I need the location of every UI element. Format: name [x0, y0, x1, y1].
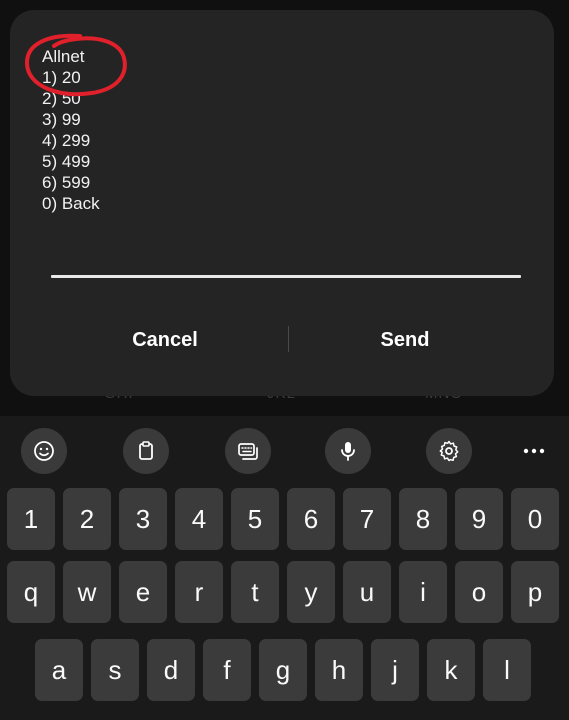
- ussd-line-title: Allnet: [42, 47, 85, 66]
- clipboard-icon[interactable]: [123, 428, 169, 474]
- key-t[interactable]: t: [231, 561, 279, 623]
- key-i[interactable]: i: [399, 561, 447, 623]
- key-s[interactable]: s: [91, 639, 139, 701]
- settings-icon[interactable]: [426, 428, 472, 474]
- key-g[interactable]: g: [259, 639, 307, 701]
- key-j[interactable]: j: [371, 639, 419, 701]
- ussd-dialog: Allnet 1) 20 2) 50 3) 99 4) 299 5) 499 6…: [10, 10, 554, 396]
- ussd-option-6: 6) 599: [42, 173, 91, 192]
- microphone-icon[interactable]: [325, 428, 371, 474]
- cancel-button[interactable]: Cancel: [65, 320, 265, 360]
- key-h[interactable]: h: [315, 639, 363, 701]
- key-o[interactable]: o: [455, 561, 503, 623]
- key-3[interactable]: 3: [119, 488, 167, 550]
- key-2[interactable]: 2: [63, 488, 111, 550]
- key-w[interactable]: w: [63, 561, 111, 623]
- ussd-reply-input[interactable]: [51, 275, 521, 278]
- key-y[interactable]: y: [287, 561, 335, 623]
- ussd-option-4: 4) 299: [42, 131, 91, 150]
- ussd-option-2: 2) 50: [42, 89, 81, 108]
- key-4[interactable]: 4: [175, 488, 223, 550]
- ussd-option-1: 1) 20: [42, 68, 81, 87]
- key-8[interactable]: 8: [399, 488, 447, 550]
- send-button[interactable]: Send: [305, 320, 505, 360]
- keyboard-mode-icon[interactable]: [225, 428, 271, 474]
- ussd-option-3: 3) 99: [42, 110, 81, 129]
- key-u[interactable]: u: [343, 561, 391, 623]
- key-l[interactable]: l: [483, 639, 531, 701]
- key-1[interactable]: 1: [7, 488, 55, 550]
- key-9[interactable]: 9: [455, 488, 503, 550]
- key-p[interactable]: p: [511, 561, 559, 623]
- emoji-icon[interactable]: [21, 428, 67, 474]
- keyboard-toolbar: [0, 416, 569, 482]
- key-q[interactable]: q: [7, 561, 55, 623]
- button-divider: [288, 326, 289, 352]
- key-k[interactable]: k: [427, 639, 475, 701]
- key-d[interactable]: d: [147, 639, 195, 701]
- ussd-message: Allnet 1) 20 2) 50 3) 99 4) 299 5) 499 6…: [42, 46, 100, 214]
- key-r[interactable]: r: [175, 561, 223, 623]
- soft-keyboard: 1 2 3 4 5 6 7 8 9 0 q w e r t y u i o p …: [0, 416, 569, 720]
- key-f[interactable]: f: [203, 639, 251, 701]
- key-5[interactable]: 5: [231, 488, 279, 550]
- key-a[interactable]: a: [35, 639, 83, 701]
- key-0[interactable]: 0: [511, 488, 559, 550]
- key-e[interactable]: e: [119, 561, 167, 623]
- more-options-icon[interactable]: [516, 438, 552, 464]
- ussd-option-5: 5) 499: [42, 152, 91, 171]
- key-7[interactable]: 7: [343, 488, 391, 550]
- ussd-option-back: 0) Back: [42, 194, 100, 213]
- key-6[interactable]: 6: [287, 488, 335, 550]
